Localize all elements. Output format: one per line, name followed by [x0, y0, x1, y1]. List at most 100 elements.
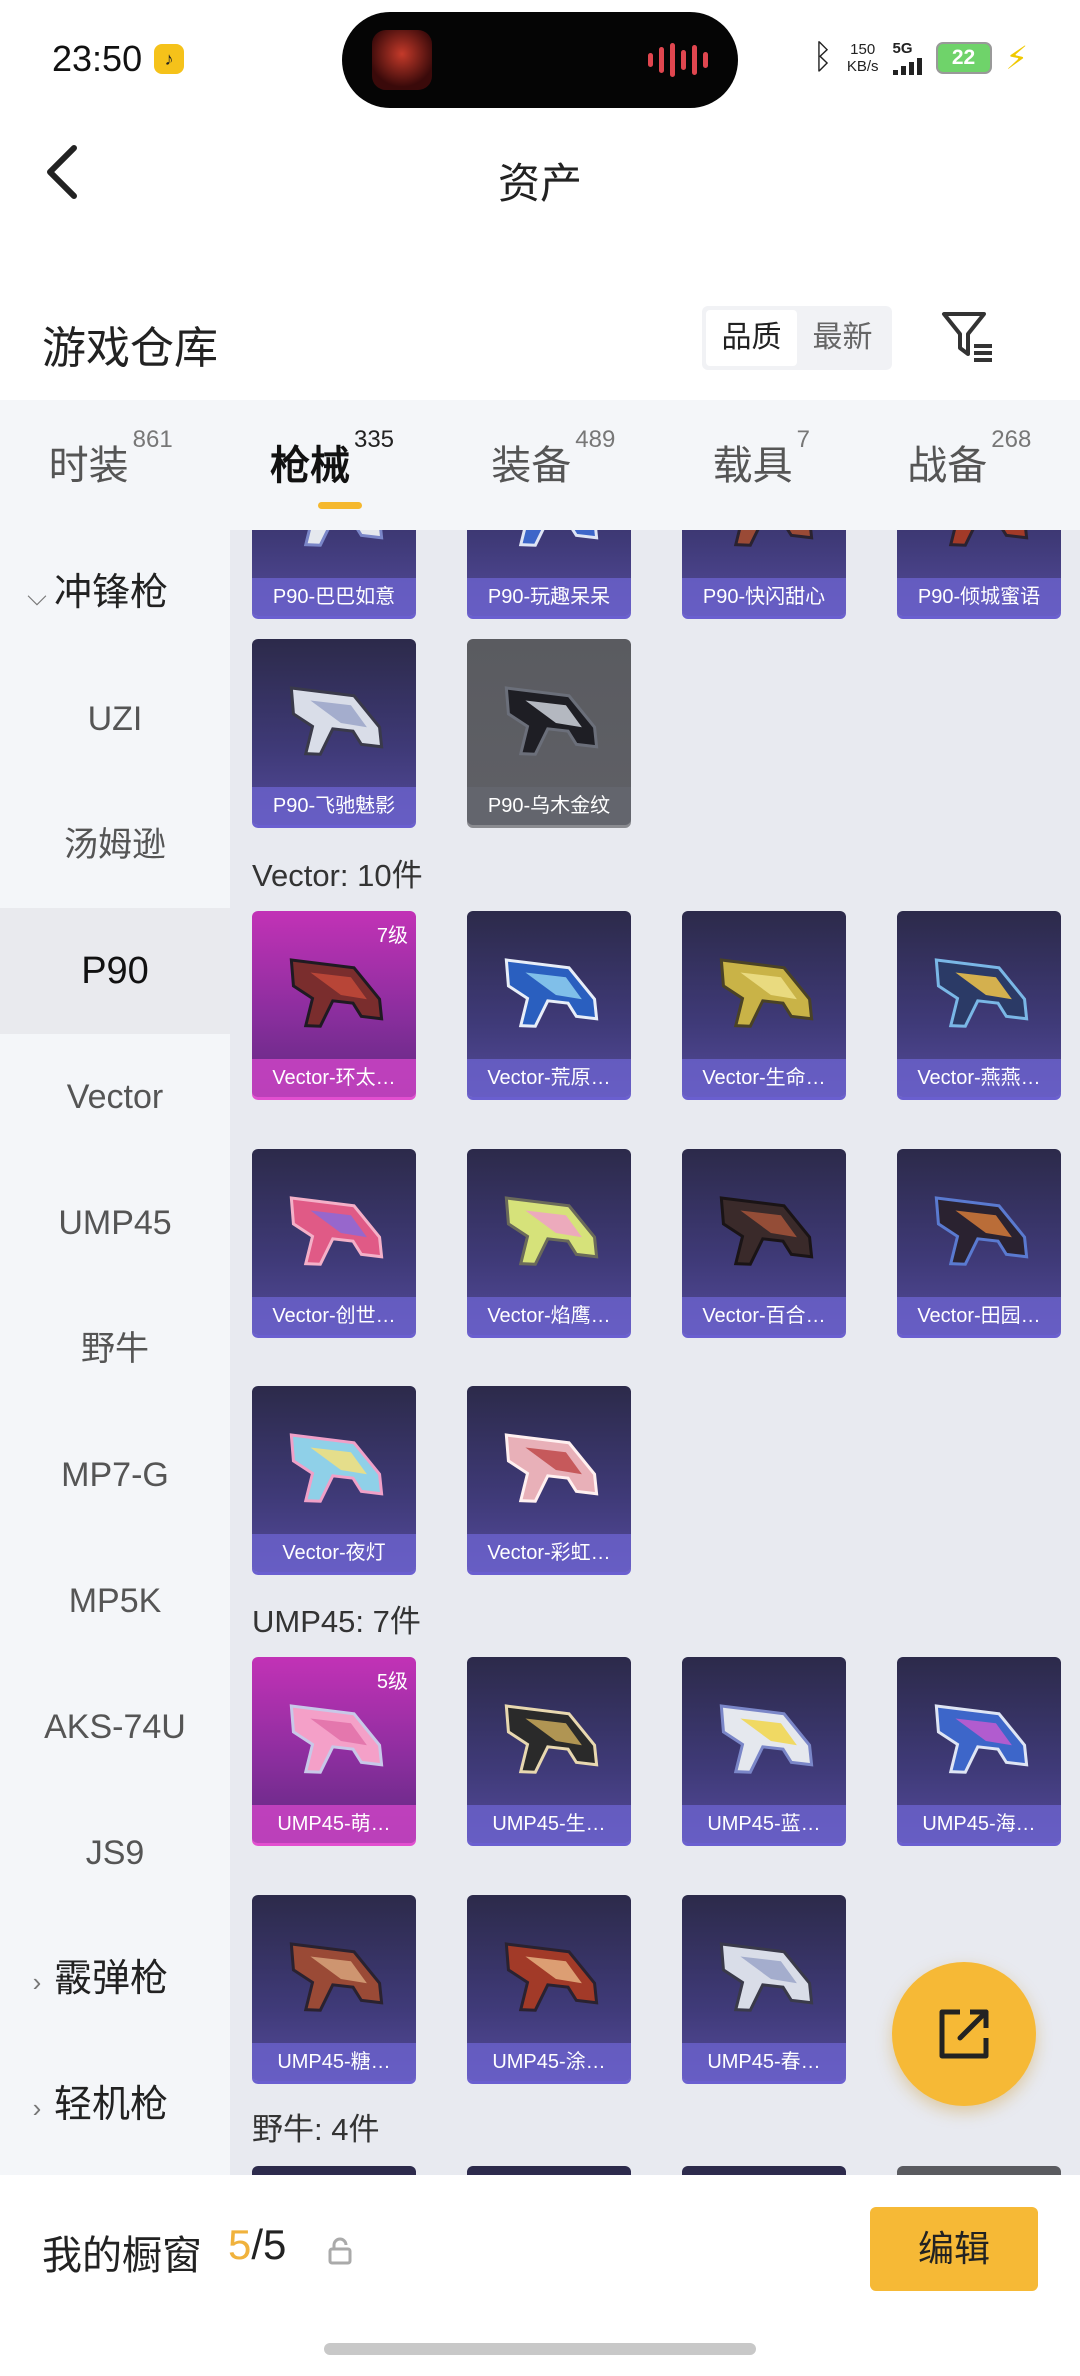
weapon-card[interactable]: P90-玩趣呆呆 — [467, 530, 631, 616]
sidebar-item-ump45[interactable]: UMP45 — [0, 1160, 230, 1286]
weapon-card-label: Vector-焰鹰… — [467, 1297, 631, 1335]
weapon-skin-icon — [289, 686, 384, 756]
sidebar-item-mp5k[interactable]: MP5K — [0, 1538, 230, 1664]
dynamic-island[interactable] — [342, 12, 738, 108]
weapon-card[interactable]: P90-飞驰魅影 — [252, 639, 416, 825]
weapon-card[interactable]: UMP45-涂… — [467, 1895, 631, 2081]
section-title-ump45: UMP45: 7件 — [252, 1604, 421, 1639]
weapon-skin-icon — [289, 1942, 384, 2012]
sidebar-item-p90[interactable]: P90 — [0, 908, 230, 1034]
warehouse-title: 游戏仓库 — [42, 324, 218, 373]
weapon-card-label: Vector-环太… — [252, 1059, 416, 1097]
tab-outfits[interactable]: 时装861 — [49, 426, 173, 497]
charging-icon: ⚡ — [1005, 39, 1028, 76]
weapon-skin-icon — [934, 1704, 1029, 1774]
sidebar-item-js9[interactable]: JS9 — [0, 1790, 230, 1916]
showcase-bar: 我的橱窗 5/5 编辑 — [0, 2175, 1080, 2376]
weapon-skin-icon — [289, 1196, 384, 1266]
weapon-card[interactable]: Vector-荒原… — [467, 911, 631, 1097]
weapon-card-label: Vector-创世… — [252, 1297, 416, 1335]
weapon-card[interactable]: Vector-焰鹰… — [467, 1149, 631, 1335]
weapon-skin-icon — [504, 530, 599, 547]
share-icon — [939, 2009, 989, 2059]
weapon-card[interactable]: UMP45-生… — [467, 1657, 631, 1843]
weapon-card[interactable]: Vector-百合… — [682, 1149, 846, 1335]
weapon-card[interactable]: Vector-夜灯 — [252, 1386, 416, 1572]
filter-button[interactable] — [940, 308, 996, 364]
weapon-skin-icon — [504, 1704, 599, 1774]
sidebar-item-vector[interactable]: Vector — [0, 1034, 230, 1160]
network-type: 5G — [892, 40, 913, 57]
sidebar-item-aks74u[interactable]: AKS-74U — [0, 1664, 230, 1790]
weapon-card-label: P90-快闪甜心 — [682, 578, 846, 616]
weapon-card[interactable]: UMP45-糖… — [252, 1895, 416, 2081]
weapon-card[interactable]: Vector-田园… — [897, 1149, 1061, 1335]
weapon-card-label: UMP45-春… — [682, 2043, 846, 2081]
weapon-card[interactable]: UMP45-蓝… — [682, 1657, 846, 1843]
weapon-skin-icon — [289, 1704, 384, 1774]
weapon-card[interactable]: UMP45-春… — [682, 1895, 846, 2081]
weapon-card-label: P90-巴巴如意 — [252, 578, 416, 616]
weapon-card-label: Vector-燕燕… — [897, 1059, 1061, 1097]
weapon-card-label: Vector-田园… — [897, 1297, 1061, 1335]
sidebar-item-thompson[interactable]: 汤姆逊 — [0, 782, 230, 908]
weapon-card[interactable]: P90-巴巴如意 — [252, 530, 416, 616]
lock-icon — [328, 2237, 352, 2265]
weapon-skin-icon — [504, 958, 599, 1028]
weapon-skin-icon — [504, 686, 599, 756]
weapon-card[interactable]: P90-快闪甜心 — [682, 530, 846, 616]
weapon-skin-icon — [719, 1196, 814, 1266]
weapon-card[interactable]: 7级 Vector-环太… — [252, 911, 416, 1097]
weapon-card-partial[interactable] — [897, 2166, 1061, 2175]
section-title-bizon: 野牛: 4件 — [252, 2112, 380, 2147]
sort-latest[interactable]: 最新 — [797, 310, 888, 366]
weapon-card-label: P90-乌木金纹 — [467, 787, 631, 825]
sidebar-group-shotgun[interactable]: › 霰弹枪 — [0, 1916, 230, 2042]
weapon-card-label: Vector-彩虹… — [467, 1534, 631, 1572]
weapon-skin-icon — [934, 530, 1029, 547]
weapon-card-label: P90-倾城蜜语 — [897, 578, 1061, 616]
home-indicator[interactable] — [324, 2343, 756, 2355]
weapon-card-label: Vector-夜灯 — [252, 1534, 416, 1572]
weapon-card[interactable]: Vector-燕燕… — [897, 911, 1061, 1097]
weapon-card-partial[interactable] — [252, 2166, 416, 2175]
weapon-card-label: UMP45-萌… — [252, 1805, 416, 1843]
sidebar-item-uzi[interactable]: UZI — [0, 656, 230, 782]
weapon-card-label: UMP45-海… — [897, 1805, 1061, 1843]
weapon-skin-icon — [719, 530, 814, 547]
weapon-card[interactable]: P90-倾城蜜语 — [897, 530, 1061, 616]
network-speed: 150 KB/s — [846, 40, 879, 75]
category-tabs: 时装861 枪械335 装备489 载具7 战备268 — [0, 400, 1080, 530]
sidebar-group-smg[interactable]: ⌵ 冲锋枪 — [0, 530, 230, 656]
weapon-card[interactable]: Vector-创世… — [252, 1149, 416, 1335]
share-button[interactable] — [892, 1962, 1036, 2106]
tab-equipment[interactable]: 装备489 — [491, 426, 615, 497]
weapon-card[interactable]: Vector-生命… — [682, 911, 846, 1097]
sidebar-group-lmg[interactable]: › 轻机枪 — [0, 2042, 230, 2168]
weapon-card[interactable]: 5级 UMP45-萌… — [252, 1657, 416, 1843]
weapon-card-partial[interactable] — [467, 2166, 631, 2175]
tab-firearms[interactable]: 枪械335 — [270, 426, 394, 509]
sort-quality[interactable]: 品质 — [706, 310, 797, 366]
weapon-level-badge: 5级 — [376, 1671, 408, 1693]
weapon-card-label: Vector-荒原… — [467, 1059, 631, 1097]
sidebar-item-mp7g[interactable]: MP7-G — [0, 1412, 230, 1538]
weapon-skin-icon — [934, 958, 1029, 1028]
weapon-skin-icon — [719, 1942, 814, 2012]
weapon-card-label: UMP45-糖… — [252, 2043, 416, 2081]
weapon-skin-icon — [289, 958, 384, 1028]
weapon-card[interactable]: P90-乌木金纹 — [467, 639, 631, 825]
tab-combat-gear[interactable]: 战备268 — [907, 426, 1031, 497]
weapon-skin-icon — [289, 530, 384, 547]
sort-toggle: 品质 最新 — [702, 306, 892, 370]
signal-icon — [892, 57, 922, 75]
edit-button[interactable]: 编辑 — [870, 2207, 1038, 2291]
sidebar-item-bizon[interactable]: 野牛 — [0, 1286, 230, 1412]
weapon-card-label: UMP45-蓝… — [682, 1805, 846, 1843]
page-title: 资产 — [497, 160, 582, 207]
weapon-grid: Vector: 10件 UMP45: 7件 野牛: 4件 P90-巴巴如意 P90… — [230, 530, 1080, 2175]
weapon-card[interactable]: Vector-彩虹… — [467, 1386, 631, 1572]
weapon-card-partial[interactable] — [682, 2166, 846, 2175]
weapon-card[interactable]: UMP45-海… — [897, 1657, 1061, 1843]
tab-vehicles[interactable]: 载具7 — [713, 426, 810, 497]
